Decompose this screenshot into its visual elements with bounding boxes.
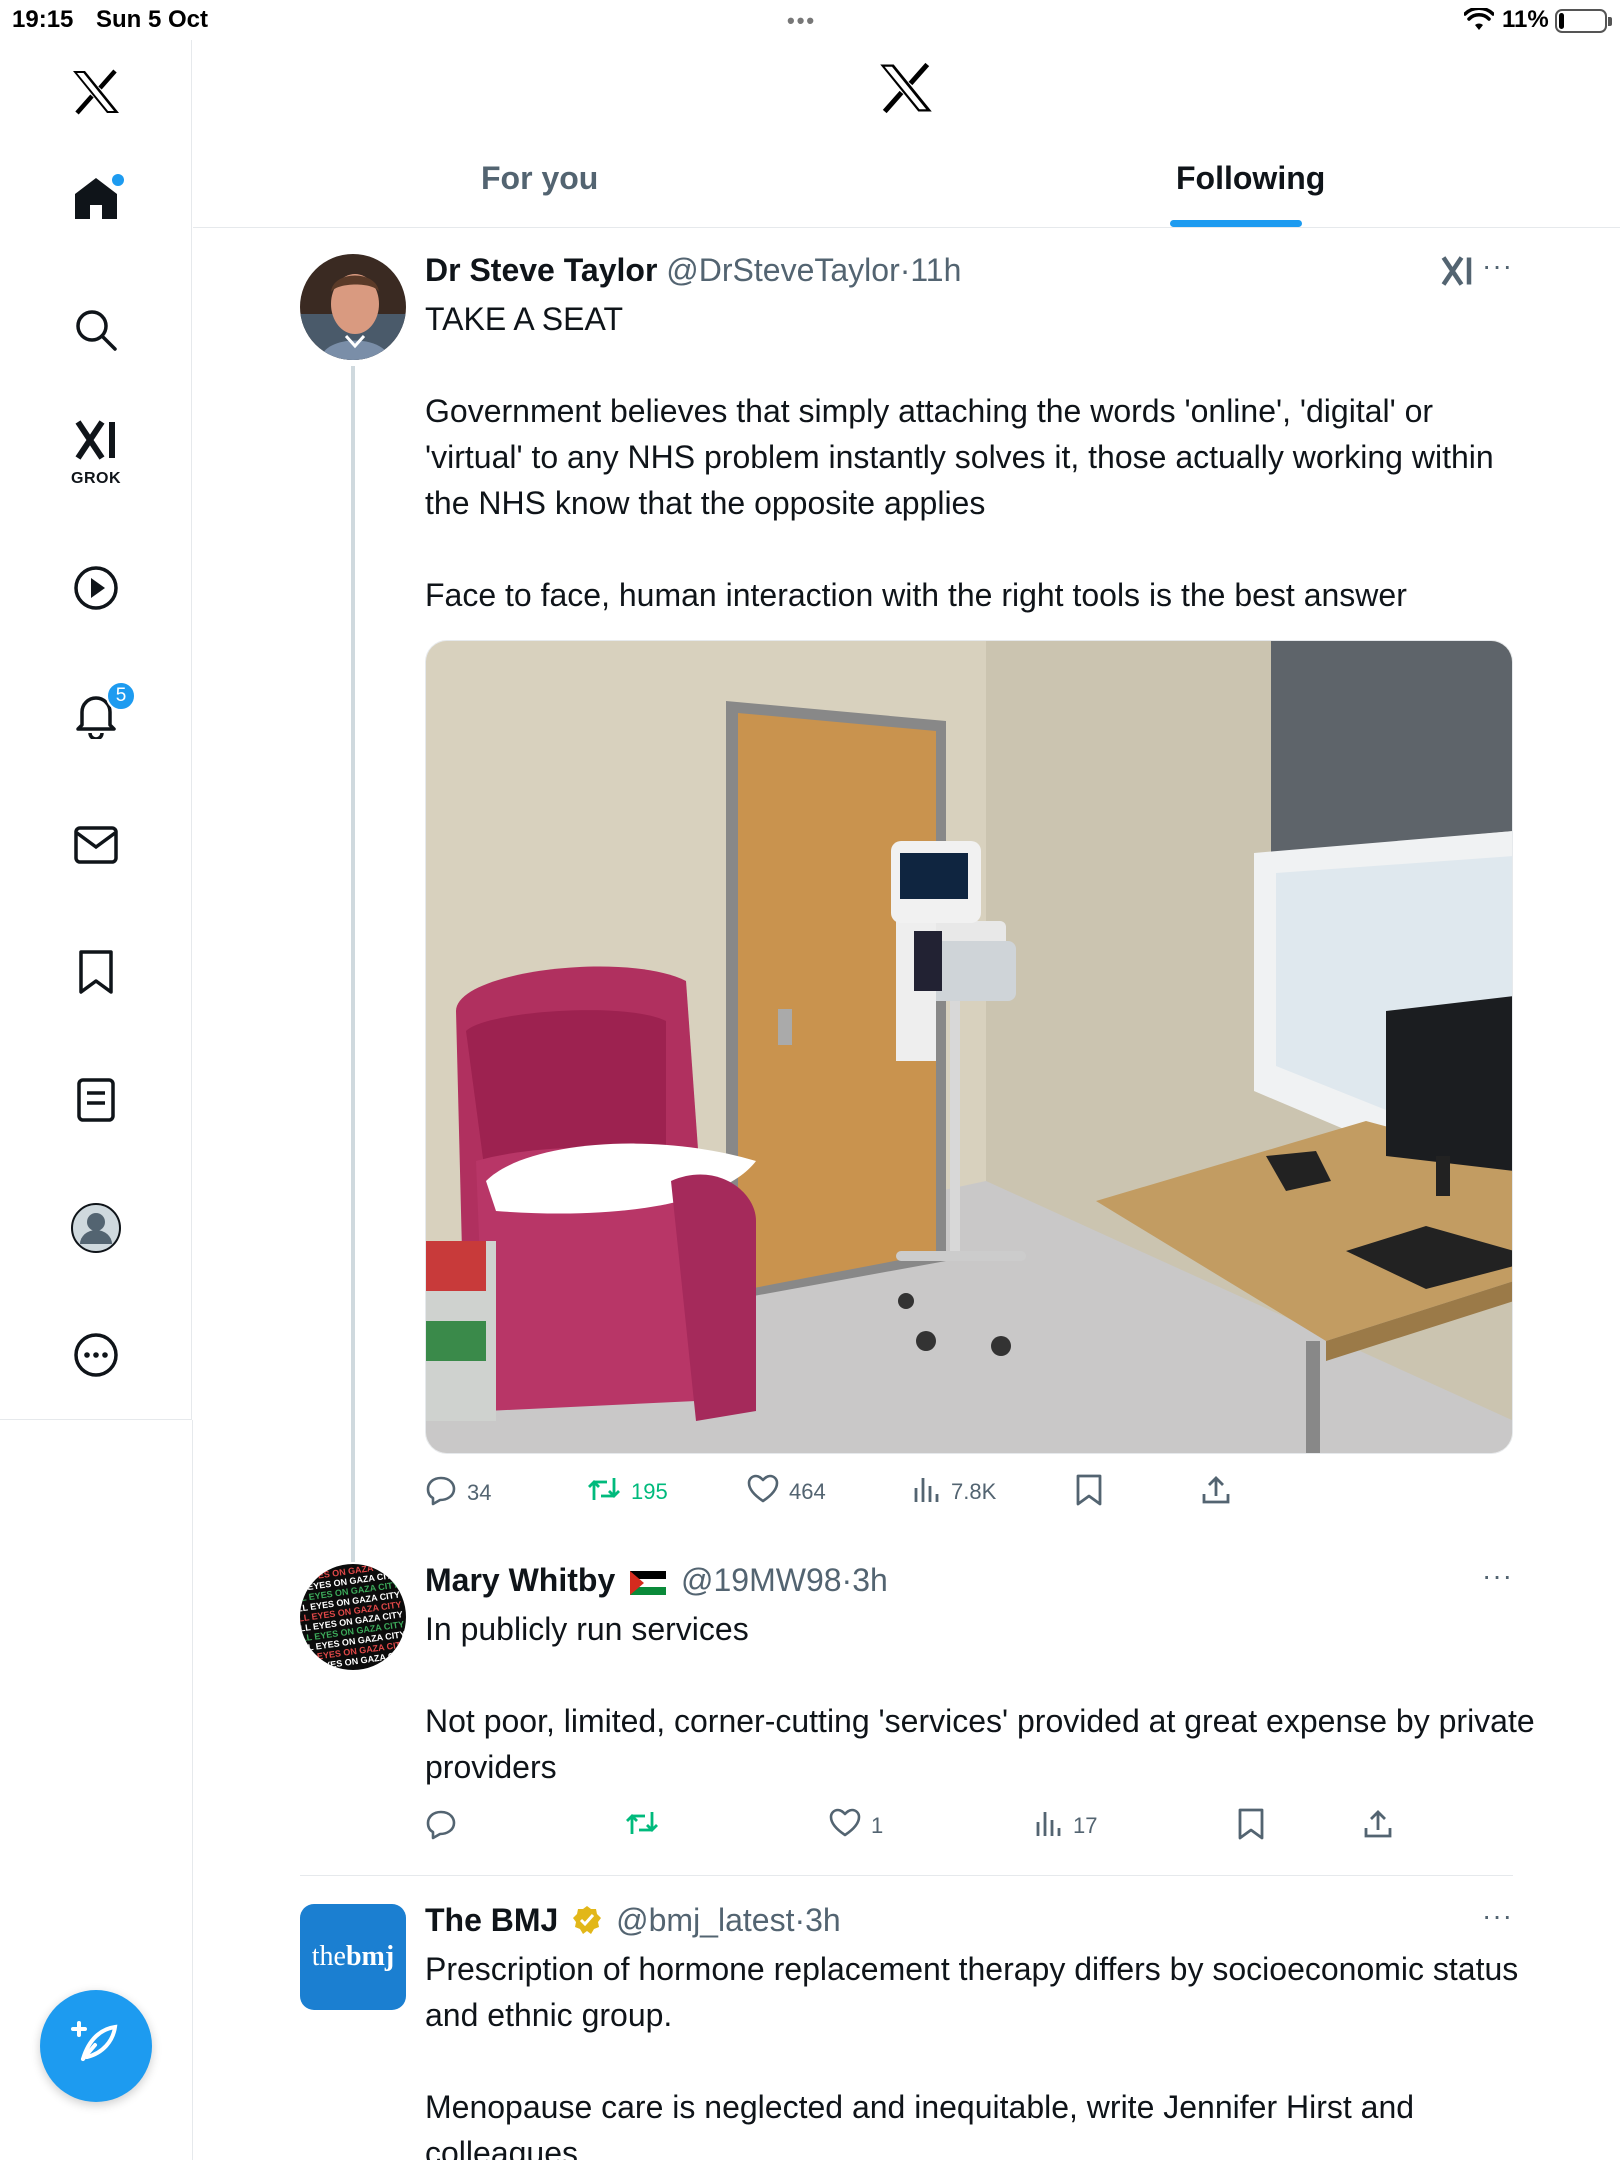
dot-separator: · bbox=[794, 1902, 806, 1938]
bookmark-button[interactable] bbox=[1075, 1474, 1103, 1512]
notification-badge: 5 bbox=[106, 681, 136, 711]
share-icon bbox=[1201, 1474, 1231, 1512]
multitasking-dots-icon[interactable]: ••• bbox=[787, 8, 816, 34]
sidebar: GROK 5 bbox=[0, 40, 192, 1420]
tweet-author-name[interactable]: The BMJ bbox=[425, 1902, 558, 1938]
active-tab-indicator bbox=[1170, 220, 1302, 227]
share-button[interactable] bbox=[1363, 1808, 1393, 1846]
heart-icon bbox=[829, 1808, 861, 1844]
sidebar-item-more[interactable] bbox=[56, 1315, 136, 1395]
tweet-text: In publicly run services Not poor, limit… bbox=[425, 1611, 1535, 1785]
tweet-author-name[interactable]: Dr Steve Taylor bbox=[425, 252, 657, 288]
list-icon bbox=[76, 1077, 116, 1123]
views-button[interactable]: 17 bbox=[1035, 1808, 1097, 1844]
battery-percent: 11% bbox=[1502, 6, 1549, 33]
sidebar-item-profile[interactable] bbox=[56, 1188, 136, 1268]
tweet-actions: 1 17 bbox=[425, 1808, 1513, 1848]
bookmark-icon bbox=[77, 949, 115, 995]
tweet-more-icon[interactable]: ··· bbox=[1482, 250, 1513, 282]
status-bar: 19:15 Sun 5 Oct ••• 11% bbox=[0, 0, 1620, 40]
sidebar-item-video[interactable] bbox=[56, 548, 136, 628]
share-button[interactable] bbox=[1201, 1474, 1231, 1512]
tab-following[interactable]: Following bbox=[1176, 160, 1325, 197]
repost-button[interactable] bbox=[625, 1808, 669, 1844]
tweet-text: Prescription of hormone replacement ther… bbox=[425, 1951, 1519, 2160]
timeline-header: For you Following bbox=[193, 40, 1620, 228]
reply-button[interactable] bbox=[425, 1808, 467, 1846]
reply-icon bbox=[425, 1474, 457, 1512]
x-logo-icon[interactable] bbox=[878, 62, 934, 118]
like-count: 464 bbox=[789, 1479, 826, 1504]
home-unread-dot bbox=[112, 174, 124, 186]
bookmark-icon bbox=[1237, 1808, 1265, 1846]
compose-button[interactable] bbox=[40, 1990, 152, 2102]
search-icon bbox=[74, 308, 118, 352]
sidebar-divider bbox=[0, 1419, 192, 1420]
tweet-header: The BMJ @bmj_latest·3h ··· bbox=[300, 1900, 1513, 1950]
status-time: 19:15 bbox=[12, 6, 74, 33]
tweet-photo[interactable] bbox=[425, 640, 1513, 1454]
reply-count: 34 bbox=[467, 1480, 492, 1505]
heart-icon bbox=[747, 1474, 779, 1510]
bookmark-icon bbox=[1075, 1474, 1103, 1512]
profile-avatar-icon bbox=[70, 1202, 122, 1254]
view-count: 17 bbox=[1073, 1813, 1098, 1838]
tweet-author-name[interactable]: Mary Whitby bbox=[425, 1562, 615, 1598]
more-circle-icon bbox=[73, 1332, 119, 1378]
views-chart-icon bbox=[1035, 1808, 1063, 1844]
sidebar-border bbox=[192, 1420, 193, 2160]
verified-gold-icon bbox=[571, 1904, 603, 1945]
mail-icon bbox=[73, 825, 119, 865]
palestine-flag-icon bbox=[630, 1564, 667, 1604]
sidebar-item-search[interactable] bbox=[56, 290, 136, 370]
grok-icon bbox=[72, 418, 120, 462]
thread-connector-line bbox=[351, 366, 355, 1562]
share-icon bbox=[1363, 1808, 1393, 1846]
wifi-icon bbox=[1463, 6, 1495, 39]
repost-icon bbox=[587, 1474, 621, 1510]
sidebar-item-grok[interactable]: GROK bbox=[56, 410, 136, 490]
x-logo-icon[interactable] bbox=[56, 52, 136, 132]
tab-for-you[interactable]: For you bbox=[481, 160, 598, 197]
sidebar-item-messages[interactable] bbox=[56, 805, 136, 885]
view-count: 7.8K bbox=[951, 1479, 997, 1504]
like-button[interactable]: 464 bbox=[747, 1474, 826, 1510]
tweet-header: Mary Whitby @19MW98·3h ··· bbox=[300, 1560, 1513, 1610]
tweet-actions: 34 195 464 7.8K bbox=[425, 1474, 1513, 1514]
tweet-more-icon[interactable]: ··· bbox=[1482, 1560, 1513, 1592]
tweet-author-handle[interactable]: @19MW98 bbox=[681, 1562, 842, 1598]
views-button[interactable]: 7.8K bbox=[913, 1474, 996, 1510]
sidebar-item-home[interactable] bbox=[56, 158, 136, 238]
tweet-more-icon[interactable]: ··· bbox=[1482, 1900, 1513, 1932]
sidebar-item-notifications[interactable]: 5 bbox=[56, 675, 136, 755]
battery-icon bbox=[1555, 9, 1612, 33]
tweet-text: TAKE A SEAT Government believes that sim… bbox=[425, 301, 1494, 613]
tweet-divider bbox=[300, 1875, 1513, 1876]
compose-feather-icon bbox=[69, 2017, 123, 2076]
repost-button[interactable]: 195 bbox=[587, 1474, 668, 1510]
like-count: 1 bbox=[871, 1813, 884, 1838]
dot-separator: · bbox=[841, 1562, 853, 1598]
reply-icon bbox=[425, 1808, 457, 1846]
tweet-time[interactable]: 3h bbox=[852, 1562, 888, 1598]
views-chart-icon bbox=[913, 1474, 941, 1510]
grok-explain-icon[interactable] bbox=[1439, 254, 1475, 293]
reply-button[interactable]: 34 bbox=[425, 1474, 491, 1512]
tweet-time[interactable]: 3h bbox=[805, 1902, 841, 1938]
tweet-time[interactable]: 11h bbox=[910, 252, 961, 288]
play-circle-icon bbox=[73, 565, 119, 611]
bookmark-button[interactable] bbox=[1237, 1808, 1265, 1846]
status-date: Sun 5 Oct bbox=[96, 6, 209, 33]
tweet-author-handle[interactable]: @bmj_latest bbox=[616, 1902, 794, 1938]
like-button[interactable]: 1 bbox=[829, 1808, 883, 1844]
repost-count: 195 bbox=[631, 1479, 668, 1504]
dot-separator: · bbox=[899, 252, 911, 288]
tweet-author-handle[interactable]: @DrSteveTaylor bbox=[666, 252, 899, 288]
repost-icon bbox=[625, 1808, 659, 1844]
grok-label: GROK bbox=[71, 470, 121, 487]
sidebar-item-bookmarks[interactable] bbox=[56, 932, 136, 1012]
sidebar-item-lists[interactable] bbox=[56, 1060, 136, 1140]
